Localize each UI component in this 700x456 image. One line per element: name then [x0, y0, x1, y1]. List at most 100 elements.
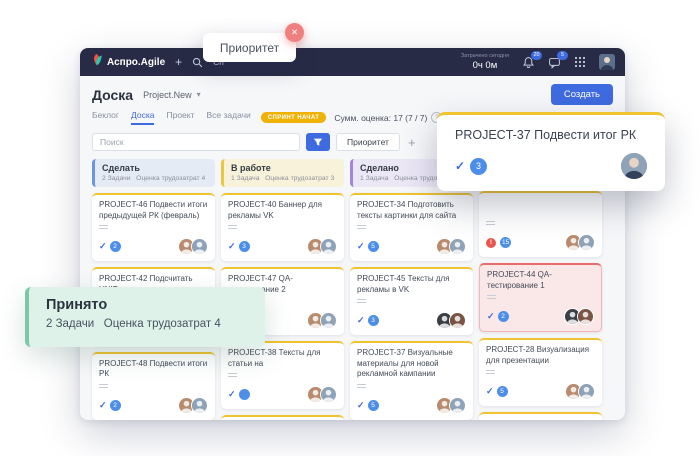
app-logo[interactable]: Аспро.Agile [90, 53, 165, 71]
task-title: PROJECT-48 Подвести итоги РК [99, 359, 208, 380]
board-tab[interactable]: Беклог [92, 110, 119, 125]
checklist-count-badge: 2 [110, 400, 121, 411]
task-meta-row: ✓2 [487, 308, 594, 325]
task-card[interactable]: теории✓3 [221, 415, 344, 420]
checklist-check-icon: ✓ [357, 241, 365, 252]
board-select-value: Project.New [143, 90, 192, 100]
checklist-count-badge: 2 [498, 311, 509, 322]
task-title: PROJECT-40 Баннер для рекламы VK [228, 200, 337, 221]
add-filter-icon[interactable]: + [408, 135, 416, 150]
accepted-column-overlay: Принято 2 Задачи Оценка трудозатрат 4 [25, 287, 265, 347]
checklist-count-badge: 3 [470, 158, 487, 175]
column-stats: 1 Задача Оценка трудозатрат 3 [231, 175, 337, 182]
board-column: Сделано1 Задача Оценка трудозатратPROJEC… [350, 159, 473, 420]
description-icon [357, 384, 366, 390]
task-card[interactable]: PROJECT-40 Баннер для рекламы VK ✓3 [221, 193, 344, 261]
task-card[interactable]: PROJECT-19 Тексты для рекламы VK✓5 [479, 412, 602, 420]
priority-drag-tooltip[interactable]: Приоритет ✕ [203, 33, 296, 62]
task-title: PROJECT-37 Подвести итог РК [455, 128, 647, 142]
task-card[interactable]: PROJECT-48 Подвести итоги РК ✓2 [92, 352, 215, 420]
search-input[interactable] [92, 133, 300, 151]
board-tab[interactable]: Все задачи [206, 110, 250, 125]
user-avatar[interactable] [599, 54, 615, 70]
task-meta-row: ✓2 [99, 397, 208, 414]
estimate-summary: Сумм. оценка: 17 (7 / 7) [334, 113, 427, 123]
task-title: PROJECT-34 Подготовить тексты картинки д… [357, 200, 466, 221]
avatar [191, 397, 208, 414]
avatar [449, 312, 466, 329]
filter-button[interactable] [306, 133, 330, 151]
quick-add-icon[interactable]: + [175, 55, 182, 69]
assignee-avatars [178, 238, 208, 255]
checklist-count-badge: 5 [368, 400, 379, 411]
dragged-task-card[interactable]: PROJECT-37 Подвести итог РК ✓ 3 [437, 112, 665, 191]
checklist-count-badge: 2 [110, 241, 121, 252]
task-title: PROJECT-37 Визуальные материалы для ново… [357, 348, 466, 380]
checklist-check-icon: ✓ [487, 311, 495, 322]
overdue-alert-icon: ! [486, 238, 496, 248]
description-icon [486, 370, 495, 376]
assignee-avatars [565, 383, 595, 400]
column-name: Сделать [102, 163, 208, 173]
close-icon[interactable]: ✕ [285, 23, 304, 42]
messages-icon[interactable]: 5 [548, 56, 561, 69]
time-tracker-value: 0ч 0м [461, 61, 509, 71]
assignee-avatars [436, 238, 466, 255]
checklist-count-badge: 15 [500, 237, 511, 248]
time-tracker[interactable]: Затрачено сегодня 0ч 0м [461, 54, 509, 71]
assignee-avatars [436, 312, 466, 329]
column-header: В работе 1 Задача Оценка трудозатрат 3 [221, 159, 344, 187]
task-card[interactable]: PROJECT-46 Подвести итоги предыдущей РК … [92, 193, 215, 261]
chevron-down-icon: ▾ [197, 90, 201, 99]
task-card[interactable]: PROJECT-45 Тексты для рекламы в VK✓3 [350, 267, 473, 335]
assignee-avatars [307, 386, 337, 403]
board-tab[interactable]: Проект [166, 110, 194, 125]
avatar [320, 312, 337, 329]
description-icon [486, 221, 495, 227]
checklist-check-icon: ✓ [228, 389, 236, 400]
page: Аспро.Agile + Сп Затрачено сегодня 0ч 0м… [0, 0, 700, 456]
board-tab[interactable]: Доска [131, 110, 154, 125]
accepted-column-stats: 2 Задачи Оценка трудозатрат 4 [46, 318, 265, 330]
checklist-check-icon: ✓ [357, 400, 365, 411]
search-icon[interactable] [192, 57, 203, 68]
checklist-count-badge [239, 389, 250, 400]
description-icon [228, 373, 237, 379]
checklist-check-icon: ✓ [228, 241, 236, 252]
board-title-row: Доска Project.New ▾ Создать [92, 84, 613, 105]
avatar [191, 238, 208, 255]
assignee-avatars [564, 308, 594, 325]
task-title: PROJECT-44 QA-тестирование 1 [487, 270, 594, 291]
task-card[interactable]: PROJECT-37 Визуальные материалы для ново… [350, 341, 473, 420]
create-button[interactable]: Создать [551, 84, 613, 105]
task-meta-row: ✓ [228, 386, 337, 403]
notifications-bell-icon[interactable]: 20 [522, 56, 535, 69]
checklist-check-icon: ✓ [486, 386, 494, 397]
task-card[interactable]: PROJECT-38 Тексты для статьи на ✓ [221, 341, 344, 409]
avatar [320, 386, 337, 403]
description-icon [99, 384, 108, 390]
task-card[interactable]: PROJECT-28 Визуализация для презентации✓… [479, 338, 602, 406]
priority-filter-chip[interactable]: Приоритет [336, 133, 400, 151]
checklist-count-badge: 5 [368, 241, 379, 252]
assignee-avatars [565, 234, 595, 251]
avatar [577, 308, 594, 325]
task-card[interactable]: PROJECT-44 QA-тестирование 1 ✓2 [479, 263, 602, 332]
task-meta-row: ✓5 [357, 238, 466, 255]
assignee-avatars [436, 397, 466, 414]
top-navigation-bar: Аспро.Agile + Сп Затрачено сегодня 0ч 0м… [80, 48, 625, 76]
task-meta-row: ! 15 [486, 234, 595, 251]
task-card[interactable]: PROJECT-34 Подготовить тексты картинки д… [350, 193, 473, 261]
description-icon [357, 225, 366, 231]
board-select[interactable]: Project.New ▾ [143, 90, 201, 100]
sprint-status-badge: СПРИНТ НАЧАТ [261, 112, 327, 123]
task-title: PROJECT-19 Тексты для рекламы VK [486, 419, 595, 420]
task-title [486, 198, 595, 217]
column-name: В работе [231, 163, 337, 173]
checklist-count-badge: 5 [497, 386, 508, 397]
task-meta-row: ✓3 [228, 238, 337, 255]
task-card[interactable]: ! 15 [479, 191, 602, 257]
description-icon [357, 299, 366, 305]
task-title: PROJECT-38 Тексты для статьи на [228, 348, 337, 369]
apps-grid-icon[interactable] [574, 56, 586, 68]
